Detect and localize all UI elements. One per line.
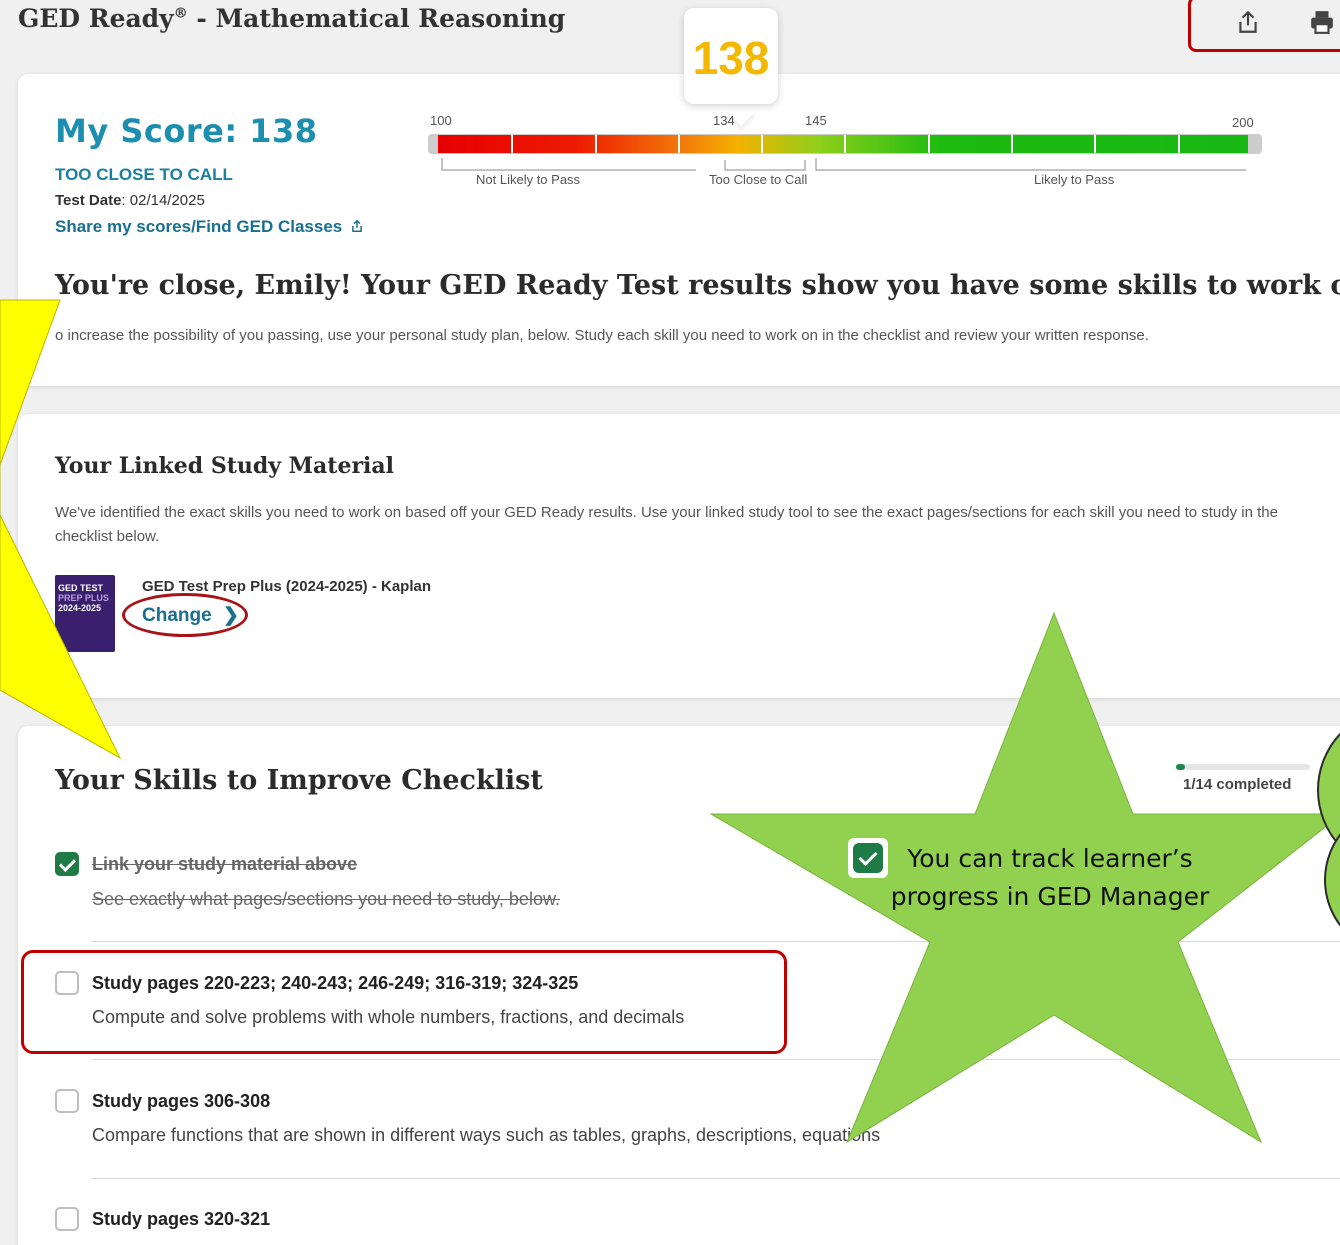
share-scores-link[interactable]: Share my scores/Find GED Classes xyxy=(55,217,364,237)
scale-mark-low: 134 xyxy=(713,113,735,128)
change-highlight-oval xyxy=(122,593,248,637)
book-cover-line: GED TEST xyxy=(58,583,104,593)
callout-line: You can track learner’s xyxy=(907,844,1193,873)
share-icon[interactable] xyxy=(1235,9,1261,35)
linked-material-title: Your Linked Study Material xyxy=(55,453,395,479)
progress-text: 1/14 completed xyxy=(1183,776,1292,793)
score-status: TOO CLOSE TO CALL xyxy=(55,165,233,184)
page-title: GED Ready® - Mathematical Reasoning xyxy=(18,4,566,33)
scale-mark-high: 145 xyxy=(805,113,827,128)
divider xyxy=(92,941,1340,942)
scale-max: 200 xyxy=(1232,115,1254,130)
score-bubble: 138 xyxy=(684,8,778,104)
zone-too-close: Too Close to Call xyxy=(709,172,807,187)
book-cover-line: PREP PLUS xyxy=(58,593,109,603)
checklist-item-desc: Compare functions that are shown in diff… xyxy=(92,1125,881,1145)
linked-material-description: We've identified the exact skills you ne… xyxy=(55,504,1278,545)
result-headline: You're close, Emily! Your GED Ready Test… xyxy=(55,270,1340,301)
result-subtext: o increase the possibility of you passin… xyxy=(55,327,1149,344)
checklist-checkbox[interactable] xyxy=(55,1089,79,1113)
score-scale: 100 134 145 200 Not Likely to Pass Too C… xyxy=(428,113,1262,187)
callout-text: You can track learner’s progress in GED … xyxy=(860,840,1240,916)
divider xyxy=(92,1178,1340,1179)
share-icon xyxy=(352,219,363,232)
checklist-item-desc: See exactly what pages/sections you need… xyxy=(92,889,560,909)
checklist-checkbox[interactable] xyxy=(55,852,79,876)
book-cover-line: 2024-2025 xyxy=(58,603,102,613)
checklist-item-title: Link your study material above xyxy=(92,854,358,874)
divider xyxy=(92,1059,1340,1060)
print-icon[interactable] xyxy=(1309,9,1335,35)
checklist-item-title: Study pages 320-321 xyxy=(92,1209,271,1229)
progress-bar xyxy=(1176,764,1310,770)
book-cover: GED TEST PREP PLUS 2024-2025 xyxy=(55,575,115,652)
scale-min: 100 xyxy=(430,113,452,128)
test-date: Test Date: 02/14/2025 xyxy=(55,192,205,209)
progress-bar-fill xyxy=(1176,764,1186,770)
checklist-title: Your Skills to Improve Checklist xyxy=(55,765,543,796)
toolbar-highlight-box xyxy=(1188,0,1340,52)
zone-not-likely: Not Likely to Pass xyxy=(476,172,581,187)
checklist-checkbox[interactable] xyxy=(55,1207,79,1231)
checklist-item-title: Study pages 306-308 xyxy=(92,1091,271,1111)
callout-line: progress in GED Manager xyxy=(890,882,1210,911)
zone-likely: Likely to Pass xyxy=(1034,172,1115,187)
study-item-highlight-box xyxy=(21,950,787,1054)
my-score: My Score: 138 xyxy=(55,112,318,150)
